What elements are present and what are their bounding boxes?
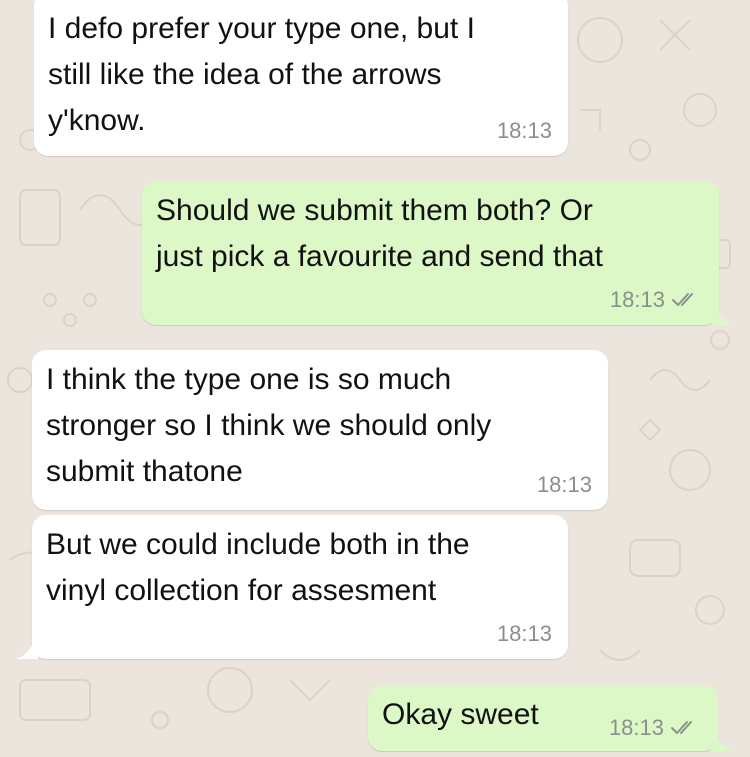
message-outgoing[interactable]: Should we submit them both? Or just pick…	[142, 181, 719, 325]
message-incoming[interactable]: I think the type one is so much stronger…	[32, 350, 608, 510]
message-meta: 18:13	[609, 715, 698, 741]
message-time: 18:13	[536, 472, 592, 497]
message-time: 18:13	[609, 287, 665, 312]
double-check-icon	[672, 293, 693, 306]
bubble-tail-outgoing	[711, 725, 733, 751]
message-text: But we could include both in the vinyl c…	[46, 528, 470, 607]
message-outgoing[interactable]: Okay sweet 18:13	[368, 685, 718, 751]
message-time: 18:13	[496, 621, 552, 646]
message-meta: 18:13	[497, 118, 552, 144]
message-text: Should we submit them both? Or just pick…	[156, 194, 603, 273]
double-check-icon	[671, 721, 692, 734]
message-incoming[interactable]: But we could include both in the vinyl c…	[32, 515, 568, 659]
message-meta: 18:13	[610, 287, 699, 313]
bubble-tail-incoming	[16, 633, 38, 659]
message-incoming[interactable]: I defo prefer your type one, but I still…	[34, 0, 568, 156]
message-text: Okay sweet	[382, 698, 539, 731]
message-time: 18:13	[608, 715, 664, 740]
bubble-tail-outgoing	[712, 299, 734, 325]
message-time: 18:13	[496, 118, 552, 143]
message-text: I defo prefer your type one, but I still…	[48, 12, 475, 137]
chat-area[interactable]: I defo prefer your type one, but I still…	[0, 0, 750, 757]
message-text: I think the type one is so much stronger…	[46, 363, 492, 488]
message-meta: 18:13	[537, 472, 592, 498]
message-meta: 18:13	[497, 621, 552, 647]
